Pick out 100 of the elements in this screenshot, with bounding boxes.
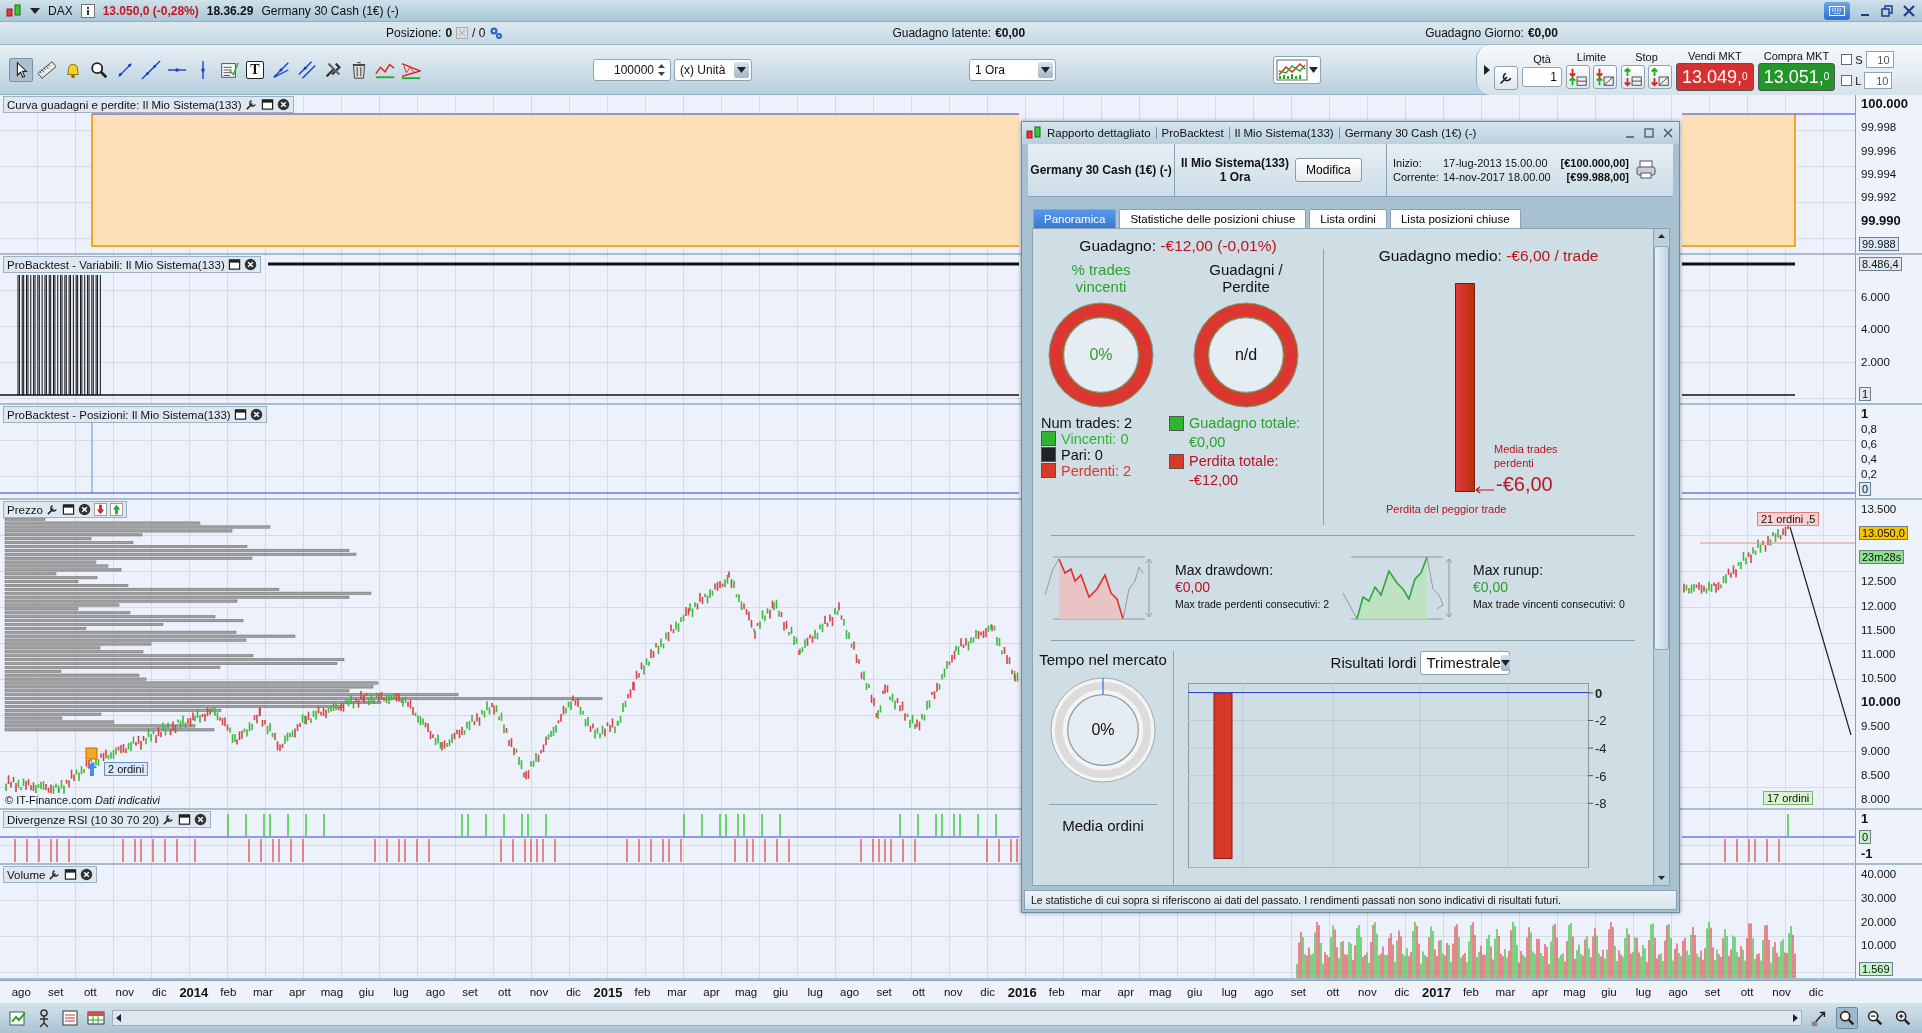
tick-label: -8: [1595, 795, 1607, 811]
timeframe-dropdown[interactable]: 1 Ora: [969, 58, 1056, 81]
axis-marker: 0: [1859, 829, 1872, 844]
stop-field[interactable]: 10: [1865, 51, 1894, 68]
edit-button[interactable]: Modifica: [1295, 157, 1362, 182]
date-label: lug: [1634, 986, 1653, 998]
limit-order-icon[interactable]: [1566, 65, 1590, 89]
caret-icon[interactable]: [1041, 66, 1050, 73]
report-tab[interactable]: Lista posizioni chiuse: [1389, 208, 1521, 228]
date-label: feb: [219, 986, 238, 998]
window-icon[interactable]: [61, 503, 75, 516]
date-label: ott: [1325, 986, 1341, 998]
close-icon[interactable]: [249, 408, 263, 421]
caret-icon[interactable]: [737, 66, 746, 73]
date-label: giu: [1186, 986, 1204, 998]
panel-title: ProBacktest - Posizioni: Il Mio Sistema(133): [7, 408, 231, 421]
axis-label: 99.998: [1860, 120, 1898, 135]
checkbox[interactable]: [1841, 75, 1853, 86]
axis-label: 0,4: [1860, 452, 1878, 466]
date-label: mag: [1562, 986, 1587, 998]
settings-icon[interactable]: [489, 26, 504, 40]
close-icon[interactable]: [1902, 3, 1916, 18]
date-label: apr: [288, 986, 307, 998]
window-icon[interactable]: [260, 98, 274, 111]
maximize-icon[interactable]: [1642, 125, 1656, 140]
axis-label: 11.500: [1860, 622, 1897, 637]
keyboard-icon[interactable]: [1829, 5, 1845, 16]
limit-order-icon[interactable]: [1593, 65, 1617, 89]
collapse-arrow-icon[interactable]: [1484, 65, 1490, 75]
zoom-area-icon[interactable]: [1836, 1007, 1859, 1029]
close-icon[interactable]: [77, 503, 91, 516]
spinner-icon[interactable]: [657, 61, 666, 78]
close-icon[interactable]: [243, 258, 257, 271]
close-icon[interactable]: [194, 813, 208, 826]
wrench-icon[interactable]: [1494, 66, 1518, 90]
win-rate-title: % trades vincenti: [1070, 260, 1132, 297]
axis-label: 100.000: [1860, 97, 1909, 111]
checkbox[interactable]: [1841, 54, 1853, 65]
keyboard-button[interactable]: [1824, 1, 1850, 20]
date-label: apr: [702, 986, 721, 998]
indicator-chart-icon: [1276, 58, 1308, 81]
date-label: set: [875, 986, 893, 998]
stop-field[interactable]: 10: [1864, 72, 1893, 89]
period-dropdown[interactable]: Trimestrale: [1420, 650, 1511, 675]
caret-icon[interactable]: [1500, 659, 1510, 666]
close-icon[interactable]: [276, 98, 290, 111]
axis-label: 2.000: [1860, 354, 1891, 369]
pointer-icon[interactable]: [9, 57, 33, 82]
caret-icon[interactable]: [1309, 66, 1318, 73]
axis-label: 10.000: [1860, 938, 1898, 953]
period-label: Corrente:: [1393, 170, 1440, 183]
report-tab[interactable]: Lista ordini: [1309, 208, 1387, 228]
stop-order-icon[interactable]: [1648, 65, 1672, 89]
window-icon[interactable]: [64, 868, 78, 881]
date-label: mag: [733, 986, 759, 998]
buy-arrow-icon[interactable]: [109, 503, 123, 516]
unit-dropdown[interactable]: (x) Unità: [674, 58, 752, 81]
date-label: mar: [251, 986, 274, 998]
price-change: 13.050,0 (-0,28%): [102, 3, 199, 18]
report-tab[interactable]: Panoramica: [1033, 208, 1117, 228]
info-icon[interactable]: [80, 3, 95, 18]
caret-icon[interactable]: [30, 6, 40, 15]
list-icon[interactable]: [59, 1008, 80, 1028]
axis-label: 13.500: [1860, 502, 1898, 516]
text-tool-button[interactable]: T: [246, 60, 264, 79]
report-tab[interactable]: Statistiche delle posizioni chiuse: [1119, 208, 1307, 228]
capital-value: [€99.988,00]: [1565, 170, 1629, 183]
quantity-label: Qtà: [1533, 53, 1551, 65]
quantity-field[interactable]: 1: [1522, 67, 1562, 87]
trade-count: Num trades: 2: [1041, 414, 1134, 431]
scrollbar[interactable]: [1653, 228, 1669, 885]
close-icon[interactable]: [1661, 125, 1675, 140]
stop-order-icon[interactable]: [1621, 65, 1645, 89]
sell-button[interactable]: 13.049,$^{0}$: [1676, 62, 1754, 91]
date-label: nov: [114, 986, 136, 998]
buy-button[interactable]: 13.051,$^{0}$: [1757, 62, 1836, 91]
horizontal-scrollbar[interactable]: [111, 1010, 1803, 1026]
window-icon[interactable]: [178, 813, 192, 826]
stop-type-label: S: [1855, 53, 1863, 66]
legend-label: Perdenti: 2: [1061, 462, 1132, 479]
date-label: ago: [424, 986, 447, 998]
printer-icon[interactable]: [1635, 158, 1657, 181]
restore-icon[interactable]: [1880, 3, 1894, 18]
daily-gain-label: Guadagno Giorno:: [1425, 26, 1524, 40]
table-icon[interactable]: [85, 1008, 106, 1028]
sell-arrow-icon[interactable]: [93, 503, 107, 516]
window-icon[interactable]: [227, 258, 241, 271]
axis-label: 0,2: [1860, 467, 1878, 481]
runup-value: €0,00: [1473, 579, 1510, 597]
wrench-icon[interactable]: [45, 503, 59, 516]
close-icon[interactable]: [80, 868, 94, 881]
wrench-icon[interactable]: [244, 98, 258, 111]
window-icon[interactable]: [233, 408, 247, 421]
tick-label: 0: [1595, 685, 1603, 701]
quantity-field[interactable]: 100000: [593, 58, 671, 81]
title-text: ProBacktest: [1161, 126, 1224, 139]
axis-marker: 23m28s: [1859, 550, 1905, 565]
indicator-button[interactable]: [1273, 55, 1321, 84]
tick-label: -4: [1595, 740, 1607, 756]
order-count-label: 2 ordini: [104, 762, 149, 776]
